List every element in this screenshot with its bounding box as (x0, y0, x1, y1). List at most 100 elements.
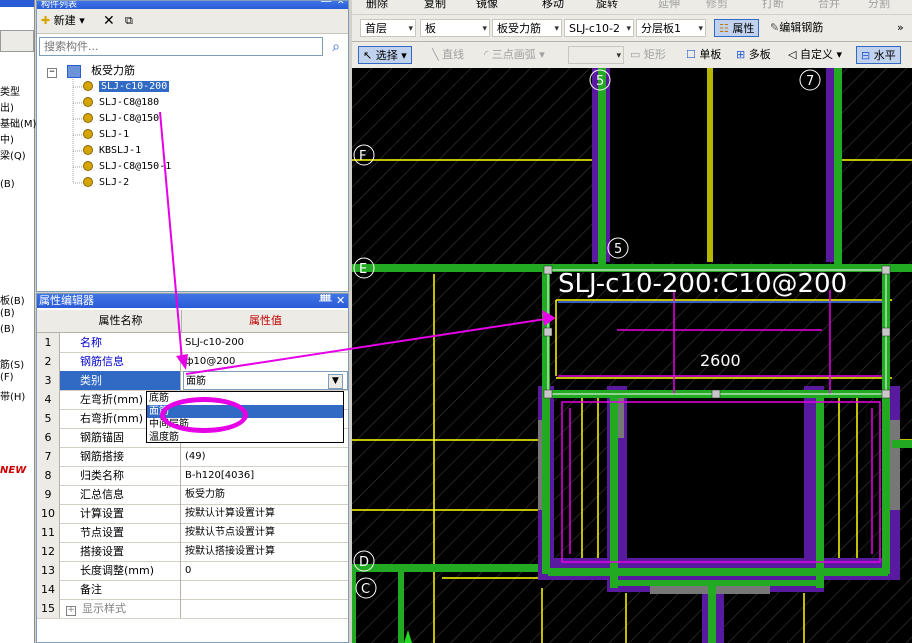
extend-button[interactable]: 延伸 (658, 0, 680, 13)
nav-item[interactable]: 筋(S) (0, 356, 24, 371)
category-select[interactable]: 面筋 (183, 371, 348, 390)
custom-button[interactable]: ◁ 自定义 ▾ (788, 46, 842, 64)
merge-button[interactable]: 合并 (818, 0, 840, 13)
tree-item[interactable]: SLJ-C8@180 (83, 95, 159, 111)
collapse-icon[interactable]: − (47, 68, 57, 78)
nav-item[interactable]: (B) (0, 179, 15, 190)
rect-button[interactable]: ▭ 矩形 (630, 46, 666, 64)
component-gear-icon (83, 97, 93, 107)
nav-item[interactable]: 带(H) (0, 388, 25, 403)
left-strip-button[interactable] (0, 30, 34, 52)
property-row[interactable]: 1 名称 SLJ-c10-200 (37, 333, 348, 353)
property-row[interactable]: 13 长度调整(mm) 0 (37, 561, 348, 581)
nav-item[interactable]: (B) (0, 324, 15, 335)
pin-icon[interactable]: ᚙ (321, 1, 331, 7)
tree-item[interactable]: SLJ-C8@150-1 (83, 159, 171, 175)
delete-icon[interactable]: ✕ (103, 13, 115, 29)
property-row[interactable]: 8 归类名称 B-h120[4036] (37, 466, 348, 486)
tree-item[interactable]: SLJ-C8@150 (83, 111, 159, 127)
multi-slab-label: 多板 (748, 48, 771, 61)
nav-item[interactable]: 基础(M) (0, 115, 36, 130)
cad-drawing[interactable]: 5 7 F 5 E D C SLJ-c10-200:C10@200 2600 (352, 68, 912, 643)
tree-item[interactable]: KBSLJ-1 (83, 143, 141, 159)
property-row[interactable]: 7 钢筋搭接 (49) (37, 447, 348, 467)
mirror-button[interactable]: 镜像 (476, 0, 498, 13)
property-row[interactable]: 14 备注 (37, 580, 348, 600)
property-value[interactable]: (49) (183, 447, 348, 466)
property-value[interactable]: 板受力筋 (183, 485, 348, 504)
highlight-ellipse (160, 397, 248, 433)
copy-icon[interactable]: ⧉ (125, 13, 133, 29)
dropdown-arrow-button[interactable]: ▼ (328, 374, 343, 389)
edit-rebar-button[interactable]: ✎编辑钢筋 (770, 19, 823, 37)
property-editor-title-bar: 属性编辑器 ᚙ ✕ (37, 294, 348, 308)
expand-icon[interactable]: + (66, 606, 76, 616)
component-select[interactable]: SLJ-c10-2 (564, 19, 634, 37)
split-button[interactable]: 分割 (868, 0, 890, 13)
property-row[interactable]: 10 计算设置 按默认计算设置计算 (37, 504, 348, 524)
dimension-text: 2600 (700, 351, 741, 370)
property-row-selected[interactable]: 3 类别 面筋 (37, 371, 348, 391)
property-value[interactable]: B-h120[4036] (183, 466, 348, 485)
row-number: 12 (37, 542, 60, 561)
property-value[interactable]: SLJ-c10-200 (183, 333, 348, 352)
property-value[interactable]: 按默认搭接设置计算 (183, 542, 348, 561)
rotate-button[interactable]: 旋转 (596, 0, 618, 13)
arc-button[interactable]: ◜ 三点画弧 ▾ (484, 46, 545, 64)
select-button[interactable]: ↖ 选择 ▾ (358, 46, 412, 64)
nav-item[interactable]: (F) (0, 372, 14, 383)
folder-icon (67, 64, 82, 78)
drawing-canvas[interactable]: 5 7 F 5 E D C SLJ-c10-200:C10@200 2600 (352, 68, 912, 643)
property-row[interactable]: 9 汇总信息 板受力筋 (37, 485, 348, 505)
close-icon[interactable]: ✕ (337, 1, 345, 7)
tree-item[interactable]: SLJ-c10-200 (83, 79, 170, 95)
line-button[interactable]: ╲ 直线 (432, 46, 464, 64)
copy-button[interactable]: 复制 (424, 0, 446, 13)
property-value[interactable]: 0 (183, 561, 348, 580)
pin-icon[interactable]: ᚙ (319, 294, 332, 308)
move-button[interactable]: 移动 (542, 0, 564, 13)
properties-button[interactable]: ☷ 属性 (714, 19, 760, 37)
category-filter-select[interactable]: 板 (420, 19, 490, 37)
row-number: 8 (37, 466, 60, 485)
nav-item[interactable]: 出) (0, 99, 14, 114)
nav-item[interactable]: 类型 (0, 83, 20, 98)
tree-root[interactable]: − 板受力筋 (47, 63, 135, 79)
more-chevron-icon[interactable]: » (897, 19, 904, 37)
filter-toolbar: 首层 板 板受力筋 SLJ-c10-2 分层板1 ☷ 属性 ✎编辑钢筋 » (352, 15, 912, 42)
tree-item[interactable]: SLJ-1 (83, 127, 129, 143)
property-value[interactable] (183, 599, 348, 618)
property-value[interactable]: ф10@200 (183, 352, 348, 371)
nav-item[interactable]: 板(B) (0, 292, 25, 307)
tree-item-label: SLJ-1 (99, 129, 130, 140)
property-row[interactable]: 11 节点设置 按默认节点设置计算 (37, 523, 348, 543)
row-number: 6 (37, 428, 60, 447)
tree-item[interactable]: SLJ-2 (83, 175, 129, 191)
dropdown-option[interactable]: 温度筋 (147, 431, 343, 444)
single-slab-button[interactable]: ☐ 单板 (686, 46, 721, 64)
property-row[interactable]: 12 搭接设置 按默认搭接设置计算 (37, 542, 348, 562)
search-icon[interactable]: ⌕ (327, 38, 345, 56)
properties-icon: ☷ (719, 22, 729, 35)
multi-slab-button[interactable]: ⊞ 多板 (736, 46, 771, 64)
layer-select[interactable]: 分层板1 (636, 19, 706, 37)
nav-item[interactable]: 梁(Q) (0, 147, 26, 162)
new-component-button[interactable]: ✚ 新建 ▾ (41, 13, 85, 29)
floor-select[interactable]: 首层 (360, 19, 416, 37)
break-button[interactable]: 打断 (762, 0, 784, 13)
horizontal-button[interactable]: ⊟ 水平 (856, 46, 901, 64)
property-row[interactable]: 15 + 显示样式 (37, 599, 348, 619)
component-search-input[interactable] (39, 37, 323, 56)
trim-button[interactable]: 修剪 (706, 0, 728, 13)
property-value[interactable]: 按默认计算设置计算 (183, 504, 348, 523)
property-value[interactable]: 按默认节点设置计算 (183, 523, 348, 542)
close-icon[interactable]: ✕ (336, 294, 345, 308)
property-row[interactable]: 2 钢筋信息 ф10@200 (37, 352, 348, 372)
type-select[interactable]: 板受力筋 (492, 19, 562, 37)
nav-item[interactable]: (B) (0, 308, 15, 319)
delete-button[interactable]: 删除 (366, 0, 388, 13)
property-value[interactable] (183, 580, 348, 599)
property-name-text: 显示样式 (82, 602, 126, 615)
nav-item[interactable]: 中) (0, 131, 14, 146)
arc-option-select[interactable] (568, 46, 624, 64)
